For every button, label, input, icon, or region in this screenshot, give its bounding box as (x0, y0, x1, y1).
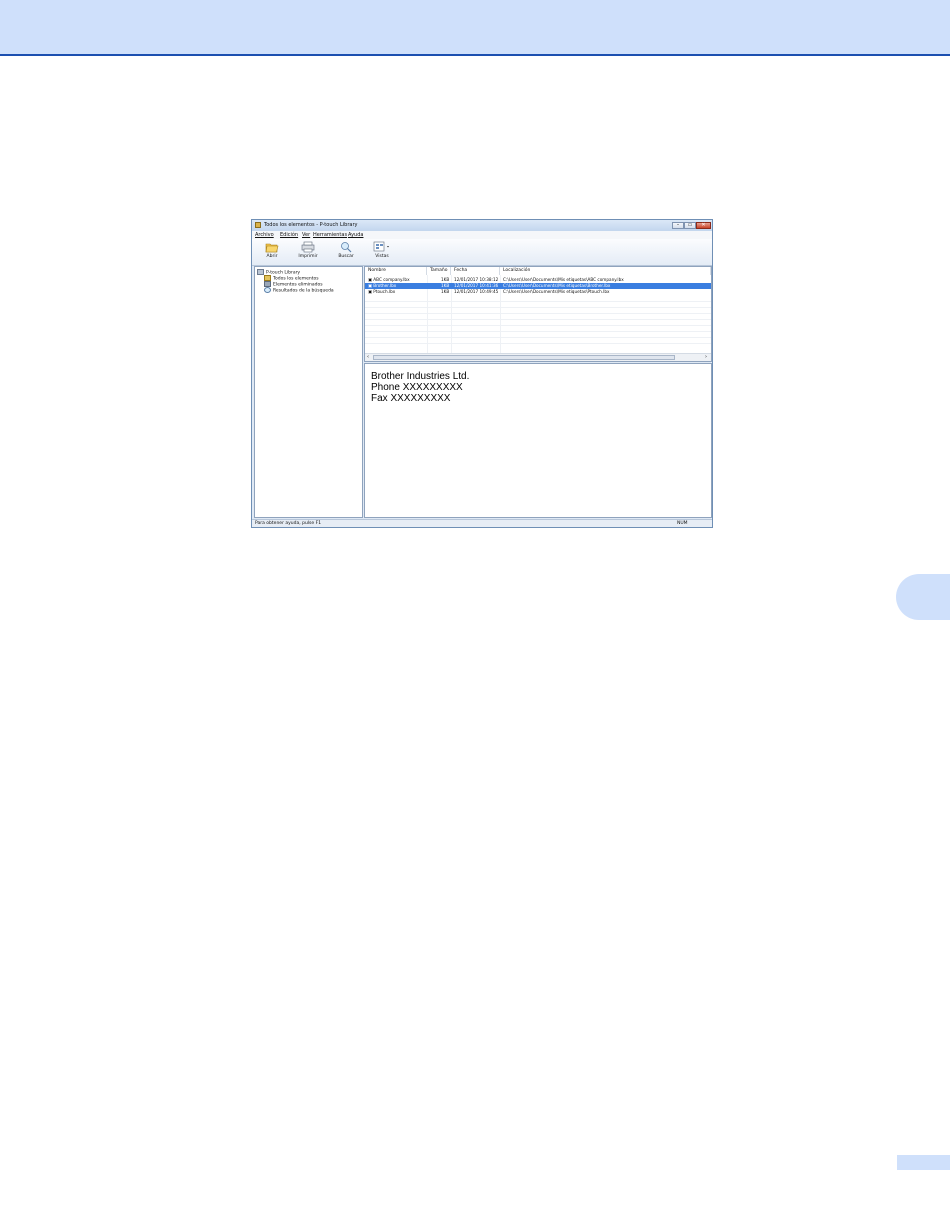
print-label: Imprimir (298, 254, 318, 259)
search-icon (341, 242, 352, 253)
row-name: ▣ Ptouch.lbx (368, 289, 396, 294)
minimize-button[interactable]: – (672, 222, 684, 229)
grid-line (365, 337, 711, 338)
views-icon (373, 241, 389, 252)
title-bar[interactable]: Todos los elementos - P-touch Library – … (252, 220, 712, 231)
table-row[interactable]: ▣ Ptouch.lbx 1KB 12/01/2017 10:49:45 C:\… (365, 289, 711, 295)
column-name[interactable]: Nombre (365, 267, 427, 275)
preview-line: Phone XXXXXXXXX (371, 382, 463, 393)
folder-open-icon (265, 243, 279, 253)
menu-edicion[interactable]: Edición (280, 232, 298, 238)
menu-archivo[interactable]: Archivo (255, 232, 274, 238)
horizontal-scrollbar[interactable]: ‹ › (365, 353, 711, 361)
preview-line: Fax XXXXXXXXX (371, 393, 451, 404)
file-list: Nombre Tamaño Fecha Localización ▣ ABC c… (364, 266, 712, 362)
maximize-button[interactable]: ▭ (684, 222, 696, 229)
menu-ayuda[interactable]: Ayuda (348, 232, 363, 238)
window-title: Todos los elementos - P-touch Library (264, 222, 358, 228)
status-message: Para obtener ayuda, pulse F1 (255, 521, 322, 526)
menu-herramientas[interactable]: Herramientas (313, 232, 347, 238)
views-label: Vistas (375, 254, 389, 259)
grid-line (365, 307, 711, 308)
column-size[interactable]: Tamaño (427, 267, 451, 275)
ptouch-library-window: Todos los elementos - P-touch Library – … (251, 219, 713, 528)
grid-line (365, 325, 711, 326)
open-label: Abrir (266, 254, 278, 259)
search-results-icon (264, 287, 271, 293)
row-size: 1KB (441, 289, 450, 294)
search-button[interactable]: Buscar (329, 241, 363, 265)
page-number-box (897, 1155, 950, 1170)
scroll-right-icon[interactable]: › (705, 354, 707, 360)
grid-line (365, 331, 711, 332)
menu-bar: Archivo Edición Ver Herramientas Ayuda (252, 231, 712, 239)
menu-ver[interactable]: Ver (302, 232, 310, 238)
grid-line (365, 343, 711, 344)
grid-line (365, 319, 711, 320)
printer-icon (301, 241, 315, 253)
scrollbar-thumb[interactable] (373, 355, 675, 360)
app-icon (255, 222, 261, 228)
status-bar: Para obtener ayuda, pulse F1 NUM (252, 519, 712, 527)
column-date[interactable]: Fecha (451, 267, 500, 275)
toolbar: Abrir Imprimir Buscar Vistas (252, 239, 712, 266)
views-button[interactable]: Vistas (365, 241, 399, 265)
tree-item-label: Resultados de la búsqueda (273, 288, 334, 294)
row-location: C:\Users\User\Documents\Mis etiquetas\Pt… (503, 289, 610, 294)
tree-item-search-results[interactable]: Resultados de la búsqueda (264, 287, 334, 294)
scroll-left-icon[interactable]: ‹ (367, 354, 369, 360)
column-location[interactable]: Localización (500, 267, 711, 275)
search-label: Buscar (338, 254, 354, 259)
grid-line (365, 313, 711, 314)
print-button[interactable]: Imprimir (291, 241, 325, 265)
library-icon (257, 269, 264, 275)
library-tree: P-touch Library Todos los elementos Elem… (254, 266, 363, 518)
close-button[interactable]: ✕ (696, 222, 711, 229)
label-preview: Brother Industries Ltd. Phone XXXXXXXXX … (364, 363, 712, 518)
page-header-band (0, 0, 950, 56)
preview-line: Brother Industries Ltd. (371, 371, 470, 382)
num-lock-indicator: NUM (677, 521, 688, 526)
chapter-tab (896, 574, 950, 620)
grid-line (365, 301, 711, 302)
open-button[interactable]: Abrir (255, 241, 289, 265)
row-date: 12/01/2017 10:49:45 (454, 289, 499, 294)
